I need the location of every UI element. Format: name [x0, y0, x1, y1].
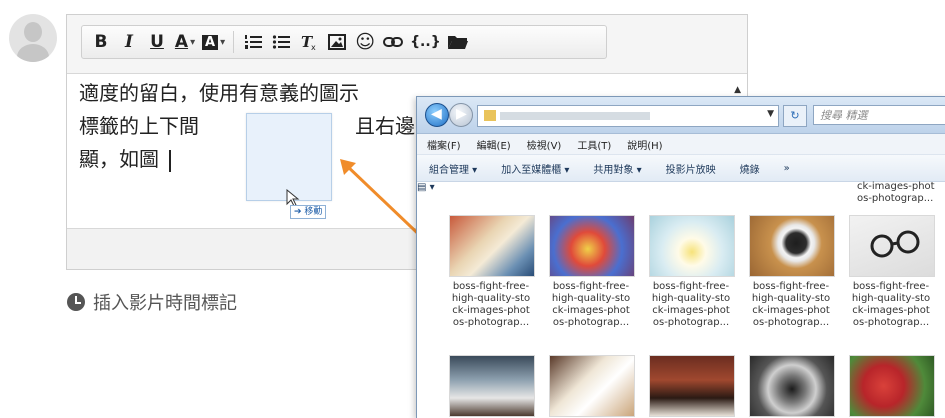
thumbnail-flowers: [649, 215, 735, 277]
file-caption: boss-fight-free- high-quality-sto ck-ima…: [451, 281, 531, 328]
explorer-address-bar: ◀ ▶ ▼ ↻ 搜尋 精選: [417, 97, 945, 134]
toolbar-divider: [233, 31, 235, 53]
move-tooltip: ➔ 移動: [290, 205, 327, 219]
ordered-list-icon[interactable]: [242, 29, 264, 55]
burn-button[interactable]: 燒錄: [740, 161, 760, 176]
font-color-letter: A: [174, 32, 189, 52]
menu-file[interactable]: 檔案(F): [427, 137, 461, 152]
chevron-down-icon: ▾: [220, 36, 226, 48]
editor-line-3: 顯，如圖: [79, 143, 171, 176]
chevron-down-icon[interactable]: ▼: [767, 109, 774, 119]
file-item[interactable]: boss-fight-free- high-quality-sto ck-ima…: [445, 215, 537, 329]
organize-button[interactable]: 組合管理 ▾: [429, 161, 477, 176]
underline-button[interactable]: U: [146, 29, 168, 55]
file-item[interactable]: [845, 355, 937, 417]
file-item[interactable]: [645, 355, 737, 417]
image-icon[interactable]: [326, 29, 348, 55]
editor-line-2a: 標籤的上下間: [79, 114, 199, 138]
file-grid: ck-images-phot os-photograp... boss-figh…: [417, 181, 945, 418]
file-item[interactable]: boss-fight-free- high-quality-sto ck-ima…: [645, 215, 737, 329]
chevron-down-icon: ▾: [190, 36, 196, 48]
file-item[interactable]: [745, 355, 837, 417]
thumbnail-glasses: [849, 215, 935, 277]
forward-arrow-icon: ▶: [456, 106, 467, 122]
more-commands-button[interactable]: »: [784, 163, 790, 174]
folder-icon: [484, 110, 496, 121]
back-arrow-icon: ◀: [431, 106, 442, 122]
file-item[interactable]: boss-fight-free- high-quality-sto ck-ima…: [845, 215, 937, 329]
svg-text:x: x: [311, 43, 316, 51]
explorer-menubar: 檔案(F) 編輯(E) 檢視(V) 工具(T) 說明(H): [417, 134, 945, 155]
avatar: [9, 14, 57, 62]
file-item[interactable]: [445, 355, 537, 417]
italic-button[interactable]: I: [118, 29, 140, 55]
address-field[interactable]: ▼: [477, 105, 779, 127]
forward-button[interactable]: ▶: [449, 103, 473, 127]
menu-edit[interactable]: 編輯(E): [477, 137, 511, 152]
file-caption: boss-fight-free- high-quality-sto ck-ima…: [851, 281, 931, 328]
clear-format-icon[interactable]: Tx: [298, 29, 320, 55]
menu-help[interactable]: 說明(H): [627, 137, 662, 152]
file-caption: boss-fight-free- high-quality-sto ck-ima…: [551, 281, 631, 328]
partial-file-caption: ck-images-phot os-photograp...: [857, 181, 935, 204]
thumbnail-crayons: [549, 215, 635, 277]
timestamp-label: 插入影片時間標記: [93, 293, 237, 314]
add-to-library-button[interactable]: 加入至媒體櫃 ▾: [501, 161, 569, 176]
editor-toolbar: B I U A ▾ A ▾ Tx ☺ {..}: [81, 25, 607, 59]
font-color-button[interactable]: A ▾: [174, 29, 196, 55]
toolbar-area: B I U A ▾ A ▾ Tx ☺ {..}: [67, 15, 747, 74]
file-caption: boss-fight-free- high-quality-sto ck-ima…: [751, 281, 831, 328]
drag-preview: [246, 113, 332, 201]
slideshow-button[interactable]: 投影片放映: [666, 161, 716, 176]
editor-line-1: 適度的留白，使用有意義的圖示: [79, 81, 359, 105]
code-icon[interactable]: {..}: [410, 29, 441, 55]
insert-timestamp-link[interactable]: 插入影片時間標記: [67, 289, 237, 315]
thumbnail-spiral: [749, 355, 835, 417]
thumbnail-piano: [649, 355, 735, 417]
thumbnail-bowl: [749, 215, 835, 277]
share-with-button[interactable]: 共用對象 ▾: [593, 161, 641, 176]
thumbnail-berries: [849, 355, 935, 417]
bullet-list-icon[interactable]: [270, 29, 292, 55]
text-cursor: [169, 149, 171, 172]
file-explorer-window[interactable]: ◀ ▶ ▼ ↻ 搜尋 精選 檔案(F) 編輯(E) 檢視(V) 工具(T) 說明…: [416, 96, 945, 418]
menu-view[interactable]: 檢視(V): [527, 137, 562, 152]
thumbnail-reading: [549, 355, 635, 417]
thumbnail-book: [449, 215, 535, 277]
address-path: [500, 112, 650, 120]
file-item[interactable]: [545, 355, 637, 417]
explorer-command-bar: 組合管理 ▾ 加入至媒體櫃 ▾ 共用對象 ▾ 投影片放映 燒錄 »: [417, 155, 945, 182]
emoji-icon[interactable]: ☺: [354, 29, 376, 55]
file-caption: boss-fight-free- high-quality-sto ck-ima…: [651, 281, 731, 328]
thumbnail-desk: [449, 355, 535, 417]
scroll-up-icon[interactable]: ▲: [734, 85, 741, 95]
background-color-letter: A: [202, 34, 219, 50]
file-item[interactable]: boss-fight-free- high-quality-sto ck-ima…: [745, 215, 837, 329]
folder-icon[interactable]: [447, 29, 469, 55]
menu-tools[interactable]: 工具(T): [577, 137, 611, 152]
bold-button[interactable]: B: [90, 29, 112, 55]
file-item[interactable]: boss-fight-free- high-quality-sto ck-ima…: [545, 215, 637, 329]
editor-line-2b: 且右邊: [355, 114, 415, 138]
back-button[interactable]: ◀: [425, 103, 449, 127]
clock-icon: [67, 293, 85, 311]
search-input[interactable]: 搜尋 精選: [813, 105, 945, 125]
link-icon[interactable]: [382, 29, 404, 55]
background-color-button[interactable]: A ▾: [202, 29, 225, 55]
refresh-button[interactable]: ↻: [783, 105, 807, 127]
